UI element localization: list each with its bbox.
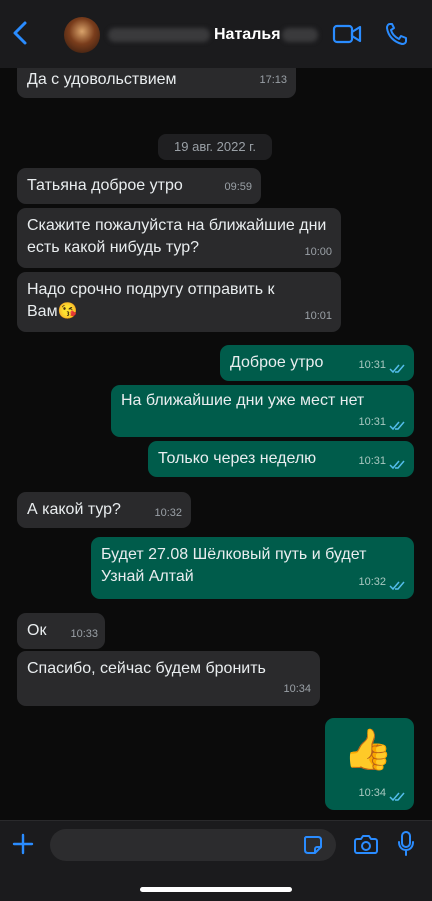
- message-bubble[interactable]: Скажите пожалуйста на ближайшие дни есть…: [17, 208, 341, 268]
- message-text: Надо срочно подругу отправить к Вам😘: [27, 281, 275, 320]
- message-time: 17:13: [259, 74, 287, 86]
- message-bubble[interactable]: Ок 10:33: [17, 613, 105, 649]
- message-bubble[interactable]: Только через неделю 10:31: [148, 441, 414, 477]
- message-bubble[interactable]: Доброе утро 10:31: [220, 345, 414, 381]
- message-bubble[interactable]: А какой тур? 10:32: [17, 492, 191, 528]
- blurred-name: [108, 28, 210, 42]
- message-text: Татьяна доброе утро: [27, 177, 183, 194]
- message-time: 10:34: [283, 683, 311, 695]
- message-input[interactable]: [50, 829, 336, 861]
- message-text: На ближайшие дни уже мест нет: [121, 392, 365, 409]
- message-bubble[interactable]: На ближайшие дни уже мест нет 10:31: [111, 385, 414, 437]
- message-text: Ок: [27, 622, 47, 639]
- message-time: 10:34: [358, 787, 386, 799]
- message-bubble[interactable]: Татьяна доброе утро 09:59: [17, 168, 261, 204]
- home-indicator: [140, 887, 292, 892]
- message-bubble[interactable]: Надо срочно подругу отправить к Вам😘 10:…: [17, 272, 341, 332]
- message-time: 10:32: [358, 576, 386, 588]
- read-ticks-icon: [389, 421, 405, 431]
- message-bubble[interactable]: Будет 27.08 Шёлковый путь и будет Узнай …: [91, 537, 414, 599]
- camera-icon[interactable]: [354, 833, 378, 855]
- read-ticks-icon: [389, 460, 405, 470]
- back-arrow-icon[interactable]: [10, 20, 32, 46]
- message-text: Будет 27.08 Шёлковый путь и будет Узнай …: [101, 546, 367, 585]
- message-bubble[interactable]: 👍 10:34: [325, 718, 414, 810]
- message-text: Доброе утро: [230, 354, 324, 371]
- mic-icon[interactable]: [397, 831, 415, 857]
- message-time: 10:31: [358, 359, 386, 371]
- message-text: А какой тур?: [27, 501, 121, 518]
- read-ticks-icon: [389, 364, 405, 374]
- message-time: 10:01: [304, 310, 332, 322]
- message-time: 09:59: [224, 181, 252, 193]
- composer-bar: [0, 820, 432, 901]
- message-list[interactable]: Да с удовольствием 17:13 19 авг. 2022 г.…: [0, 68, 432, 820]
- phone-icon[interactable]: [384, 21, 408, 47]
- message-text: Только через неделю: [158, 450, 317, 467]
- message-time: 10:31: [358, 455, 386, 467]
- read-ticks-icon: [389, 792, 405, 802]
- message-bubble[interactable]: Спасибо, сейчас будем бронить 10:34: [17, 651, 320, 706]
- message-time: 10:32: [154, 507, 182, 519]
- video-call-icon[interactable]: [332, 22, 362, 46]
- date-separator: 19 авг. 2022 г.: [158, 134, 272, 160]
- message-time: 10:00: [304, 246, 332, 258]
- message-text: Скажите пожалуйста на ближайшие дни есть…: [27, 217, 327, 256]
- plus-icon[interactable]: [12, 833, 34, 855]
- message-text: Да с удовольствием: [27, 71, 177, 88]
- message-text: Спасибо, сейчас будем бронить: [27, 660, 266, 677]
- contact-name[interactable]: Наталья: [214, 26, 281, 44]
- read-ticks-icon: [389, 581, 405, 591]
- thumbs-up-icon: 👍: [343, 728, 393, 772]
- blurred-name: [282, 28, 318, 42]
- message-time: 10:33: [70, 628, 98, 640]
- message-bubble[interactable]: Да с удовольствием 17:13: [17, 68, 296, 98]
- chat-header: Наталья: [0, 0, 432, 69]
- message-time: 10:31: [358, 416, 386, 428]
- sticker-icon[interactable]: [302, 834, 324, 856]
- avatar[interactable]: [64, 17, 100, 53]
